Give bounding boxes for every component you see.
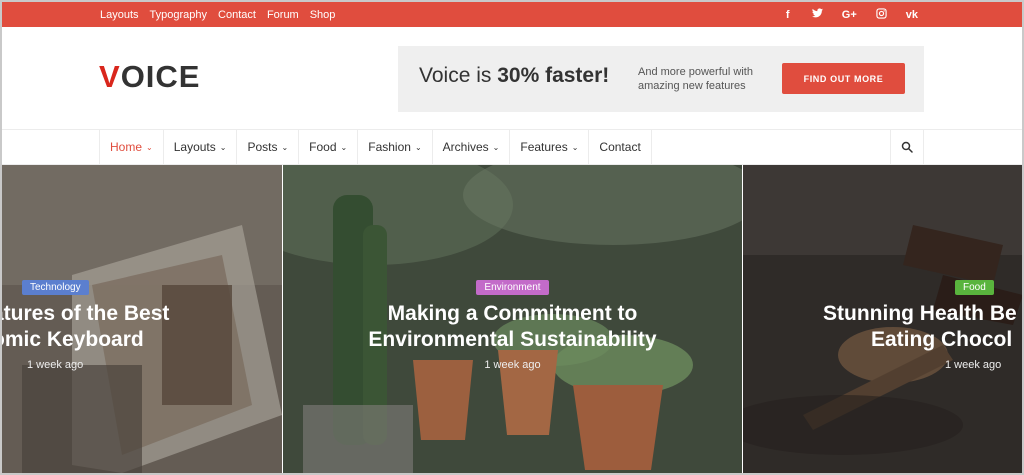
chevron-down-icon: ⌄ <box>219 142 227 152</box>
chevron-down-icon: ⌄ <box>571 142 579 152</box>
nav-label: Fashion <box>368 140 411 154</box>
slide-date: 1 week ago <box>945 359 1002 371</box>
slide-title-line: Environmental Sustainability <box>368 328 657 351</box>
nav-label: Features <box>520 140 568 154</box>
top-link-shop[interactable]: Shop <box>310 9 336 21</box>
banner-highlight: 30% faster! <box>497 64 610 87</box>
nav-label: Home <box>110 140 143 154</box>
find-out-more-button[interactable]: FIND OUT MORE <box>782 63 905 94</box>
nav-label: Archives <box>442 140 489 154</box>
site-header: VOICE Voice is 30% faster! And more powe… <box>2 27 1022 130</box>
nav-label: Food <box>309 140 337 154</box>
nav-item-features[interactable]: Features ⌄ <box>510 130 590 164</box>
slide-date: 1 week ago <box>484 359 541 371</box>
search-button[interactable] <box>890 130 924 164</box>
chevron-down-icon: ⌄ <box>146 142 153 152</box>
chevron-down-icon: ⌄ <box>492 142 500 152</box>
facebook-icon[interactable]: f <box>783 9 793 21</box>
slide-date: 1 week ago <box>27 359 84 371</box>
nav-item-food[interactable]: Food ⌄ <box>299 130 359 164</box>
banner-headline: Voice is 30% faster! <box>419 64 609 88</box>
logo-v: V <box>99 59 121 94</box>
slide-title-line: atures of the Best <box>2 302 170 325</box>
slide-food[interactable]: Food Stunning Health Be Eating Chocol 1 … <box>743 165 1022 473</box>
nav-label: Contact <box>599 140 641 154</box>
nav-item-home[interactable]: Home ⌄ <box>100 130 164 164</box>
nav-item-fashion[interactable]: Fashion ⌄ <box>358 130 433 164</box>
category-badge[interactable]: Environment <box>476 280 549 295</box>
slide-title-line: Making a Commitment to <box>387 302 638 325</box>
google-plus-icon[interactable]: G+ <box>842 9 857 21</box>
category-badge[interactable]: Technology <box>22 280 89 295</box>
slide-title-line: omic Keyboard <box>2 328 144 351</box>
slide-title-line: Stunning Health Be <box>823 302 1017 325</box>
main-nav-items: Home ⌄ Layouts ⌄ Posts ⌄ Food ⌄ Fashion ⌄ Arc… <box>99 130 652 164</box>
slide-content: Environment Making a Commitment to Envir… <box>283 277 742 371</box>
top-link-typography[interactable]: Typography <box>150 9 207 21</box>
slide-title[interactable]: Making a Commitment to Environmental Sus… <box>283 301 742 353</box>
featured-slider: Technology atures of the Best omic Keybo… <box>2 165 1022 473</box>
banner-lead: Voice is <box>419 64 498 87</box>
slide-technology[interactable]: Technology atures of the Best omic Keybo… <box>2 165 282 473</box>
slide-environment[interactable]: Environment Making a Commitment to Envir… <box>283 165 742 473</box>
site-logo[interactable]: VOICE <box>99 59 200 95</box>
chevron-down-icon: ⌄ <box>281 142 289 152</box>
top-nav: Layouts Typography Contact Forum Shop <box>100 2 335 27</box>
nav-item-layouts[interactable]: Layouts ⌄ <box>164 130 238 164</box>
search-icon <box>901 141 913 153</box>
slide-content: Food Stunning Health Be Eating Chocol 1 … <box>743 277 1022 371</box>
slide-title[interactable]: atures of the Best omic Keyboard <box>2 301 282 353</box>
top-bar: Layouts Typography Contact Forum Shop f … <box>2 2 1022 27</box>
top-link-contact[interactable]: Contact <box>218 9 256 21</box>
nav-item-posts[interactable]: Posts ⌄ <box>237 130 300 164</box>
promo-banner: Voice is 30% faster! And more powerful w… <box>398 46 924 112</box>
nav-item-contact[interactable]: Contact <box>589 130 652 164</box>
twitter-icon[interactable] <box>811 8 823 21</box>
nav-label: Layouts <box>173 140 216 154</box>
instagram-icon[interactable] <box>876 7 887 22</box>
chevron-down-icon: ⌄ <box>414 142 422 152</box>
social-links: f G+ vk <box>783 2 918 27</box>
top-link-layouts[interactable]: Layouts <box>100 9 139 21</box>
category-badge[interactable]: Food <box>955 280 994 295</box>
browser-viewport: Layouts Typography Contact Forum Shop f … <box>2 2 1022 473</box>
main-nav: Home ⌄ Layouts ⌄ Posts ⌄ Food ⌄ Fashion ⌄ Arc… <box>2 129 1022 165</box>
slide-content: Technology atures of the Best omic Keybo… <box>2 277 282 371</box>
chevron-down-icon: ⌄ <box>340 142 348 152</box>
logo-text: OICE <box>120 59 201 94</box>
vk-icon[interactable]: vk <box>906 9 918 21</box>
slide-title-line: Eating Chocol <box>871 328 1013 351</box>
banner-tagline: And more powerful with amazing new featu… <box>638 66 753 92</box>
slide-title[interactable]: Stunning Health Be Eating Chocol <box>743 301 1022 353</box>
top-link-forum[interactable]: Forum <box>267 9 299 21</box>
nav-item-archives[interactable]: Archives ⌄ <box>433 130 511 164</box>
nav-label: Posts <box>247 140 278 154</box>
